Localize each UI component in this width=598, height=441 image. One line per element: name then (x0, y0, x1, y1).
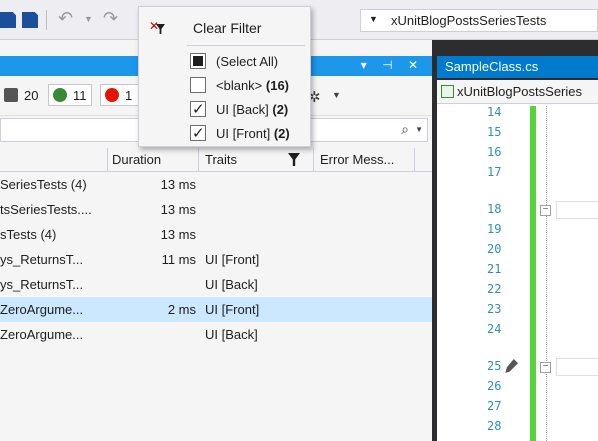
startup-project-label: xUnitBlogPostsSeriesTests (391, 13, 547, 28)
test-row[interactable]: ZeroArgume... UI [Back] (0, 322, 432, 347)
passed-check-icon (53, 88, 67, 102)
test-results-grid: Duration Traits Error Mess... SeriesTest… (0, 148, 432, 347)
line-number: 28 (487, 419, 502, 433)
test-row[interactable]: ys_ReturnsT... 11 ms UI [Front] (0, 247, 432, 272)
redo-icon[interactable]: ↷ (103, 8, 118, 28)
test-row[interactable]: tsSeriesTests.... 13 ms (0, 197, 432, 222)
startup-project-select[interactable]: ▼ xUnitBlogPostsSeriesTests (360, 9, 598, 32)
test-duration: 11 ms (161, 252, 196, 267)
test-traits: UI [Front] (205, 252, 260, 267)
undo-dropdown-icon[interactable]: ▼ (84, 14, 93, 24)
code-line-highlight (556, 201, 598, 219)
navigation-project-label: xUnitBlogPostsSeries (457, 84, 582, 99)
test-duration: 13 ms (160, 177, 196, 192)
total-tests-badge[interactable]: 20 (4, 84, 38, 106)
collapse-toggle-icon[interactable]: − (540, 205, 551, 216)
editor-navigation-bar[interactable]: xUnitBlogPostsSeries (437, 80, 598, 104)
filter-option-label: UI [Back] (2) (216, 102, 289, 117)
filter-option-ui-front[interactable]: UI [Front] (2) (190, 123, 308, 143)
test-traits: UI [Back] (205, 327, 258, 342)
line-number: 17 (487, 165, 502, 179)
test-name: ZeroArgume... (0, 327, 84, 342)
test-duration: 2 ms (167, 302, 196, 317)
column-separator[interactable] (313, 148, 314, 172)
test-name: SeriesTests (4) (0, 177, 87, 192)
chevron-down-icon: ▼ (369, 14, 378, 24)
line-number: 20 (487, 242, 502, 256)
ui-back-checkbox[interactable] (190, 100, 206, 118)
test-traits: UI [Front] (205, 302, 260, 317)
test-duration: 13 ms (160, 202, 196, 217)
line-number: 27 (487, 399, 502, 413)
search-options-dropdown-icon[interactable]: ▼ (415, 125, 423, 134)
column-header-error-message[interactable]: Error Mess... (320, 152, 394, 167)
passed-tests-badge[interactable]: 11 (48, 84, 92, 106)
filter-option-ui-back[interactable]: UI [Back] (2) (190, 99, 308, 119)
ui-front-checkbox[interactable] (190, 124, 206, 142)
clear-filter-button[interactable]: Clear Filter (193, 20, 261, 36)
panel-window-controls[interactable]: ▾ ⊣ ✕ (361, 58, 424, 72)
failed-tests-count: 1 (125, 87, 133, 103)
line-number: 26 (487, 379, 502, 393)
collapse-toggle-icon[interactable]: − (540, 362, 551, 373)
toolbar-separator (46, 10, 47, 30)
line-number: 15 (487, 125, 502, 139)
search-icon: ⌕ (401, 121, 409, 137)
column-header-duration[interactable]: Duration (112, 152, 161, 167)
line-number: 18 (487, 202, 502, 216)
column-separator[interactable] (107, 148, 108, 172)
settings-dropdown-icon[interactable]: ▼ (332, 90, 341, 100)
test-row[interactable]: SeriesTests (4) 13 ms (0, 172, 432, 197)
filter-option-label: <blank> (16) (216, 78, 290, 93)
column-separator[interactable] (198, 148, 199, 172)
test-name: ZeroArgume... (0, 302, 84, 317)
save-icon[interactable] (0, 12, 16, 28)
test-name: ys_ReturnsT... (0, 277, 84, 292)
test-row[interactable]: sTests (4) 13 ms (0, 222, 432, 247)
line-number: 23 (487, 302, 502, 316)
test-name: sTests (4) (0, 227, 57, 242)
traits-filter-popup: ✕ Clear Filter (Select All) <blank> (16)… (138, 6, 311, 147)
traits-filter-funnel-icon[interactable] (288, 153, 300, 166)
filter-option-label: (Select All) (216, 54, 279, 69)
failed-x-icon (105, 88, 119, 102)
outline-guide (546, 106, 547, 441)
line-number: 24 (487, 322, 502, 336)
passed-tests-count: 11 (73, 87, 87, 103)
blank-checkbox[interactable] (190, 77, 206, 93)
line-number-gutter: 14 15 16 17 18 19 20 21 22 23 24 25 26 2… (437, 105, 531, 441)
popup-divider (187, 45, 305, 46)
test-duration: 13 ms (160, 227, 196, 242)
line-number: 19 (487, 222, 502, 236)
filter-option-select-all[interactable]: (Select All) (190, 51, 308, 71)
project-icon (441, 85, 454, 98)
total-tests-count: 20 (24, 87, 39, 103)
change-tracking-bar (530, 106, 536, 441)
filter-option-blank[interactable]: <blank> (16) (190, 75, 308, 95)
save-all-icon[interactable] (22, 12, 38, 28)
select-all-checkbox[interactable] (190, 53, 206, 69)
code-editor-panel: SampleClass.cs xUnitBlogPostsSeries 14 1… (432, 40, 598, 441)
test-traits: UI [Back] (205, 277, 258, 292)
line-number: 14 (487, 105, 502, 119)
test-name: tsSeriesTests.... (0, 202, 92, 217)
undo-icon[interactable]: ↶ (58, 8, 73, 28)
column-header-traits[interactable]: Traits (205, 152, 237, 167)
line-number: 16 (487, 145, 502, 159)
filter-option-label: UI [Front] (2) (216, 126, 290, 141)
column-separator[interactable] (414, 148, 415, 172)
code-line-highlight (556, 358, 598, 376)
grid-header: Duration Traits Error Mess... (0, 148, 432, 172)
line-number: 22 (487, 282, 502, 296)
document-tab[interactable]: SampleClass.cs (437, 56, 598, 78)
test-name: ys_ReturnsT... (0, 252, 84, 267)
line-number: 21 (487, 262, 502, 276)
flask-icon (4, 88, 18, 102)
test-row-selected[interactable]: ZeroArgume... 2 ms UI [Front] (0, 297, 432, 322)
failed-tests-badge[interactable]: 1 (100, 84, 140, 106)
test-row[interactable]: ys_ReturnsT... UI [Back] (0, 272, 432, 297)
